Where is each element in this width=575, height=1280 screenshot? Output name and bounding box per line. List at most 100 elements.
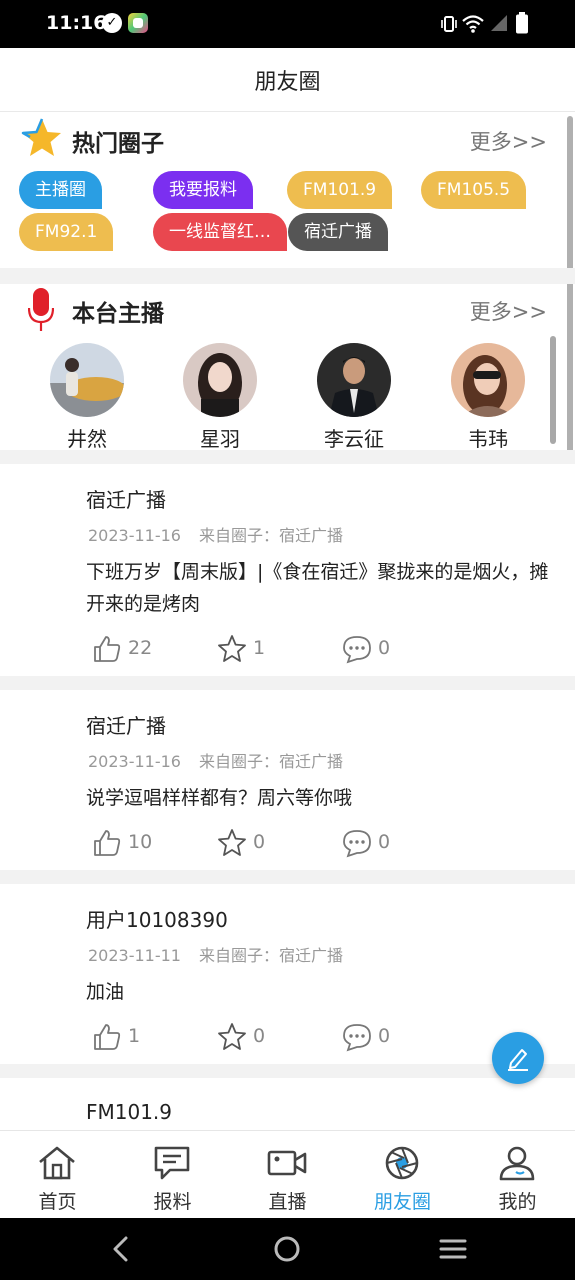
post-source: 来自圈子：宿迁广播 [198, 752, 343, 771]
circle-tag-6[interactable]: 宿迁广播 [288, 213, 388, 251]
wifi-icon [462, 15, 484, 33]
post-source: 来自圈子：宿迁广播 [198, 946, 343, 965]
anchor-name: 韦玮 [468, 427, 508, 451]
thumbs-up-icon [94, 636, 121, 662]
circle-tag-4[interactable]: FM92.1 [19, 213, 114, 251]
status-bar: 11:16 ✓ [0, 0, 575, 48]
comment-count: 0 [378, 1025, 391, 1047]
home-button-icon[interactable] [270, 1232, 304, 1266]
nav-label: 直播 [268, 1191, 307, 1213]
post-card[interactable]: 用户10108390 2023-11-11 来自圈子：宿迁广播 加油 1 0 0 [0, 884, 575, 1064]
nav-home[interactable]: 首页 [0, 1131, 115, 1219]
post-source: 来自圈子：宿迁广播 [198, 526, 343, 545]
hot-circles-header: 热门圈子 更多>> [0, 114, 575, 164]
anchor-name: 井然 [67, 427, 107, 451]
recent-apps-icon[interactable] [436, 1232, 470, 1266]
user-icon [499, 1146, 535, 1181]
post-date: 2023-11-16 [88, 526, 181, 545]
back-icon[interactable] [104, 1232, 138, 1266]
vibrate-icon [441, 16, 457, 32]
bottom-nav: 首页 报料 直播 朋友圈 我的 [0, 1130, 575, 1218]
like-count: 22 [128, 637, 153, 659]
star-outline-icon [218, 635, 246, 662]
post-meta: 2023-11-11 来自圈子：宿迁广播 [88, 942, 343, 966]
comment-icon [343, 636, 371, 664]
circle-tag-0[interactable]: 主播圈 [19, 171, 102, 209]
post-meta: 2023-11-16 来自圈子：宿迁广播 [88, 522, 343, 546]
anchor-avatar [183, 343, 257, 417]
anchor-avatar [50, 343, 124, 417]
nav-label: 报料 [153, 1191, 192, 1213]
post-author[interactable]: 宿迁广播 [86, 484, 166, 513]
anchors-scrollbar[interactable] [550, 336, 556, 444]
hot-circles-more-link[interactable]: 更多>> [470, 126, 547, 156]
hot-circles-title: 热门圈子 [72, 131, 164, 157]
post-date: 2023-11-11 [88, 946, 181, 965]
post-author[interactable]: 宿迁广播 [86, 710, 166, 739]
pencil-icon [508, 1049, 528, 1071]
anchor-name: 星羽 [200, 427, 240, 451]
nav-report[interactable]: 报料 [115, 1131, 230, 1219]
star-outline-icon [218, 829, 246, 856]
nav-moments[interactable]: 朋友圈 [345, 1131, 460, 1219]
section-divider [0, 450, 575, 464]
report-icon [154, 1146, 190, 1180]
post-card[interactable]: 宿迁广播 2023-11-16 来自圈子：宿迁广播 说学逗唱样样都有？周六等你哦 … [0, 690, 575, 870]
nav-label: 我的 [498, 1191, 537, 1213]
aperture-icon [385, 1146, 419, 1180]
anchor-name: 李云征 [324, 427, 384, 451]
post-divider [0, 870, 575, 884]
circle-tag-3[interactable]: FM105.5 [421, 171, 527, 209]
section-divider [0, 268, 575, 284]
app-screen: 11:16 ✓ 朋友圈 热门圈子 更多>> 主播圈 我要报料 FM101.9 F… [0, 0, 575, 1280]
circle-tag-5[interactable]: 一线监督红… [153, 213, 287, 251]
anchor-avatar [317, 343, 391, 417]
home-icon [39, 1146, 75, 1180]
post-card[interactable]: FM101.9 [0, 1078, 575, 1130]
post-card[interactable]: 宿迁广播 2023-11-16 来自圈子：宿迁广播 下班万岁【周末版】|《食在宿迁… [0, 464, 575, 676]
anchor-item[interactable]: 韦玮 [428, 343, 548, 452]
post-content: 加油 [86, 981, 125, 1003]
title-bar: 朋友圈 [0, 48, 575, 112]
favorite-count: 0 [253, 831, 266, 853]
comment-icon [343, 1024, 371, 1052]
post-divider [0, 1064, 575, 1078]
app-notification-icon [128, 13, 148, 33]
post-divider [0, 676, 575, 690]
nav-label: 首页 [38, 1191, 77, 1213]
video-camera-icon [267, 1150, 307, 1176]
check-notification-icon: ✓ [102, 13, 122, 33]
post-meta: 2023-11-16 来自圈子：宿迁广播 [88, 748, 343, 772]
comment-count: 0 [378, 637, 391, 659]
like-count: 10 [128, 831, 153, 853]
signal-icon [491, 15, 507, 31]
anchor-item[interactable]: 星羽 [160, 343, 280, 452]
star-outline-icon [218, 1023, 246, 1050]
anchors-title: 本台主播 [72, 301, 164, 327]
compose-button[interactable] [492, 1032, 544, 1084]
post-content: 说学逗唱样样都有？周六等你哦 [86, 787, 353, 809]
circle-tag-2[interactable]: FM101.9 [287, 171, 393, 209]
comment-icon [343, 830, 371, 858]
favorite-count: 1 [253, 637, 266, 659]
anchor-item[interactable]: 李云征 [294, 343, 414, 452]
anchors-more-link[interactable]: 更多>> [470, 296, 547, 326]
like-count: 1 [128, 1025, 141, 1047]
favorite-count: 0 [253, 1025, 266, 1047]
post-date: 2023-11-16 [88, 752, 181, 771]
post-content: 下班万岁【周末版】|《食在宿迁》聚拢来的是烟火，摊开来的是烤肉 [86, 561, 549, 615]
nav-label: 朋友圈 [373, 1191, 431, 1213]
battery-icon [516, 12, 528, 34]
status-time: 11:16 [46, 12, 107, 34]
star-icon [21, 118, 61, 156]
nav-live[interactable]: 直播 [230, 1131, 345, 1219]
page-title: 朋友圈 [254, 70, 321, 95]
post-author[interactable]: FM101.9 [86, 1100, 172, 1124]
anchor-item[interactable]: 井然 [27, 343, 147, 452]
circle-tag-1[interactable]: 我要报料 [153, 171, 253, 209]
post-author[interactable]: 用户10108390 [86, 904, 228, 933]
nav-mine[interactable]: 我的 [460, 1131, 575, 1219]
comment-count: 0 [378, 831, 391, 853]
microphone-icon [28, 288, 54, 331]
thumbs-up-icon [94, 1024, 121, 1050]
